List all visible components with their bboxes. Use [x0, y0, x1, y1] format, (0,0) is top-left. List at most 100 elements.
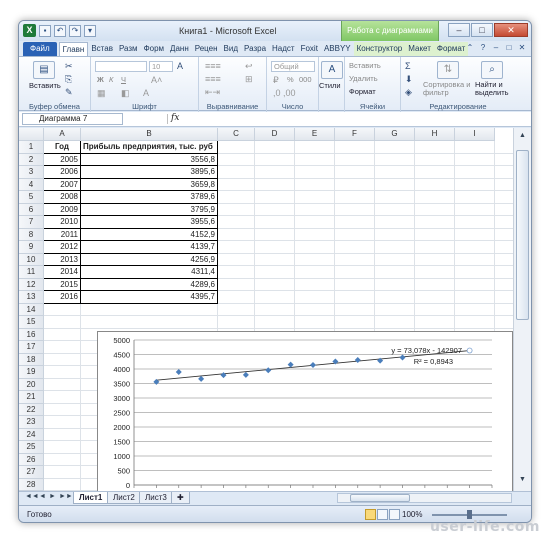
- autosum-icon[interactable]: Σ: [405, 61, 411, 71]
- tab-addins[interactable]: Надст: [269, 42, 298, 56]
- cell-profit[interactable]: 4256,9: [81, 253, 218, 266]
- help-icon[interactable]: ?: [478, 43, 488, 53]
- styles-button[interactable]: Стили: [319, 81, 341, 90]
- tab-review[interactable]: Рецен: [192, 42, 221, 56]
- sheet-nav-last-icon[interactable]: ►►: [59, 493, 73, 500]
- vertical-scrollbar[interactable]: ▲ ▼: [513, 128, 531, 504]
- row-header-22[interactable]: 22: [19, 403, 44, 416]
- normal-view-icon[interactable]: [365, 509, 376, 520]
- column-header-E[interactable]: E: [295, 128, 335, 141]
- cell-year[interactable]: 2006: [44, 166, 81, 179]
- cell-profit[interactable]: 3659,8: [81, 178, 218, 191]
- column-header-I[interactable]: I: [455, 128, 495, 141]
- sheet-nav-prev-icon[interactable]: ◄: [39, 493, 46, 500]
- bold-button[interactable]: Ж: [97, 75, 104, 84]
- cell-year[interactable]: 2008: [44, 191, 81, 204]
- align-top-icon[interactable]: ≡≡≡: [205, 61, 221, 71]
- redo-icon[interactable]: ↷: [69, 24, 81, 37]
- column-header-A[interactable]: A: [44, 128, 81, 141]
- number-format-combo[interactable]: Общий: [271, 61, 315, 72]
- styles-icon[interactable]: A: [321, 61, 343, 79]
- tab-page-layout[interactable]: Разм: [116, 42, 141, 56]
- row-header-11[interactable]: 11: [19, 266, 44, 279]
- row-header-24[interactable]: 24: [19, 428, 44, 441]
- insert-function-icon[interactable]: fx: [171, 113, 179, 123]
- page-layout-view-icon[interactable]: [377, 509, 388, 520]
- indent-icon[interactable]: ⇤⇥: [205, 87, 220, 97]
- cell-profit[interactable]: 3789,6: [81, 191, 218, 204]
- vertical-scroll-thumb[interactable]: [516, 150, 529, 320]
- close-button[interactable]: ✕: [494, 23, 528, 37]
- horizontal-scroll-thumb[interactable]: [350, 494, 410, 502]
- thousands-button[interactable]: 000: [299, 75, 312, 84]
- wrap-text-icon[interactable]: ↩: [245, 61, 253, 71]
- format-cells-button[interactable]: Формат: [349, 87, 376, 96]
- insert-cells-button[interactable]: Вставить: [349, 61, 381, 70]
- row-header-20[interactable]: 20: [19, 378, 44, 391]
- cell-header-year[interactable]: Год: [44, 141, 81, 154]
- tab-foxit[interactable]: Foxit: [298, 42, 321, 56]
- cell-year[interactable]: 2015: [44, 278, 81, 291]
- doc-close-icon[interactable]: ✕: [517, 43, 527, 53]
- cell-profit[interactable]: 4289,6: [81, 278, 218, 291]
- cell-year[interactable]: 2010: [44, 216, 81, 229]
- font-color-icon[interactable]: A: [143, 88, 149, 98]
- cell-year[interactable]: 2005: [44, 153, 81, 166]
- find-select-icon[interactable]: ⌕: [481, 61, 503, 79]
- scroll-down-icon[interactable]: ▼: [516, 474, 529, 486]
- row-header-5[interactable]: 5: [19, 191, 44, 204]
- cell-year[interactable]: 2013: [44, 253, 81, 266]
- row-header-7[interactable]: 7: [19, 216, 44, 229]
- fill-icon[interactable]: ⬇: [405, 74, 413, 84]
- cell-year[interactable]: 2009: [44, 203, 81, 216]
- row-header-3[interactable]: 3: [19, 166, 44, 179]
- select-all-corner[interactable]: [19, 128, 44, 141]
- font-name-combo[interactable]: [95, 61, 147, 72]
- cell-year[interactable]: 2007: [44, 178, 81, 191]
- row-header-26[interactable]: 26: [19, 453, 44, 466]
- column-header-C[interactable]: C: [218, 128, 255, 141]
- underline-button[interactable]: Ч: [121, 75, 126, 84]
- row-header-13[interactable]: 13: [19, 291, 44, 304]
- cell-year[interactable]: 2016: [44, 291, 81, 304]
- column-header-H[interactable]: H: [415, 128, 455, 141]
- maximize-button[interactable]: □: [471, 23, 493, 37]
- format-painter-icon[interactable]: ✎: [65, 87, 73, 97]
- row-header-18[interactable]: 18: [19, 353, 44, 366]
- tab-abbyy[interactable]: ABBYY: [321, 42, 354, 56]
- minimize-button[interactable]: –: [448, 23, 470, 37]
- sort-filter-icon[interactable]: ⇅: [437, 61, 459, 79]
- tab-layout[interactable]: Макет: [405, 42, 434, 56]
- tab-design[interactable]: Конструктор: [353, 42, 406, 56]
- minimize-ribbon-icon[interactable]: ⌃: [465, 43, 475, 53]
- row-header-17[interactable]: 17: [19, 341, 44, 354]
- tab-file[interactable]: Файл: [23, 42, 57, 56]
- merge-icon[interactable]: ⊞: [245, 74, 253, 84]
- row-header-19[interactable]: 19: [19, 366, 44, 379]
- tab-view[interactable]: Вид: [221, 42, 241, 56]
- row-header-1[interactable]: 1: [19, 141, 44, 154]
- sheet-tab-2[interactable]: Лист2: [107, 492, 141, 504]
- zoom-slider-knob[interactable]: [467, 510, 472, 519]
- chart-object[interactable]: 0 500 1000 1500 2000 2500 3000 3500 4000 4500 5000…: [97, 331, 513, 504]
- name-box[interactable]: Диаграмма 7: [22, 113, 123, 125]
- tab-formulas[interactable]: Форм: [141, 42, 167, 56]
- row-header-15[interactable]: 15: [19, 316, 44, 329]
- row-header-25[interactable]: 25: [19, 441, 44, 454]
- row-header-4[interactable]: 4: [19, 178, 44, 191]
- undo-icon[interactable]: ↶: [54, 24, 66, 37]
- clear-icon[interactable]: ◈: [405, 87, 412, 97]
- italic-button[interactable]: К: [109, 75, 113, 84]
- scroll-up-icon[interactable]: ▲: [516, 130, 529, 142]
- column-header-B[interactable]: B: [81, 128, 218, 141]
- cut-icon[interactable]: ✂: [65, 61, 73, 71]
- row-header-2[interactable]: 2: [19, 153, 44, 166]
- row-header-6[interactable]: 6: [19, 203, 44, 216]
- fill-color-icon[interactable]: ◧: [121, 88, 130, 98]
- cell-header-profit[interactable]: Прибыль предприятия, тыс. руб: [81, 141, 218, 154]
- percent-button[interactable]: %: [287, 75, 294, 84]
- page-break-view-icon[interactable]: [389, 509, 400, 520]
- customize-qat-icon[interactable]: ▾: [84, 24, 96, 37]
- row-header-28[interactable]: 28: [19, 478, 44, 491]
- paste-button[interactable]: Вставить: [29, 81, 61, 90]
